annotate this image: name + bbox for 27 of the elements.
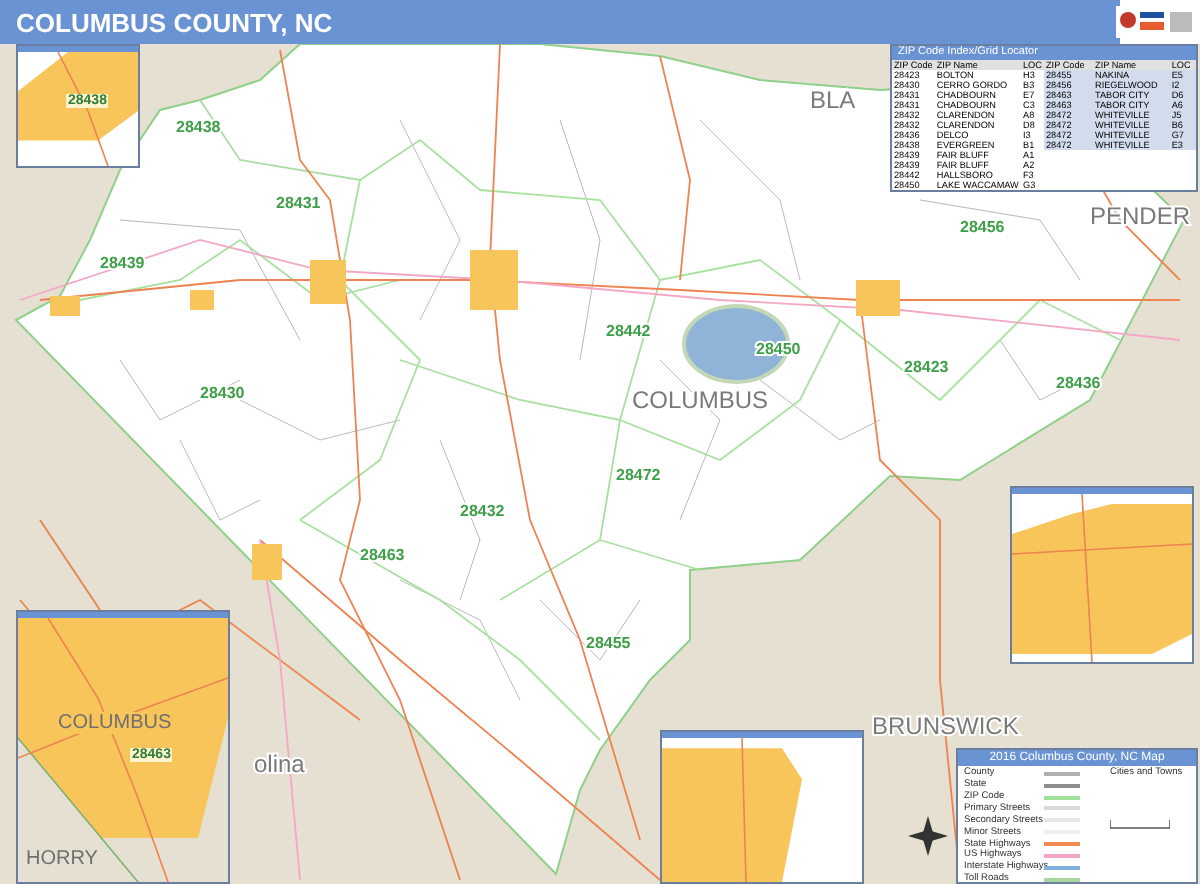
zip-label: 28430	[200, 384, 245, 402]
zip-label: 28456	[960, 218, 1005, 236]
town-area	[470, 250, 518, 310]
zip-label: 28432	[460, 502, 505, 520]
zip-label: 28431	[276, 194, 321, 212]
region-label: COLUMBUS	[632, 386, 769, 414]
zip-label: 28472	[616, 466, 661, 484]
region-label: olina	[254, 750, 305, 778]
zip-label: 28455	[586, 634, 631, 652]
town-area	[310, 260, 346, 304]
place-label: COLUMBUS	[58, 712, 172, 734]
region-label: BLA	[810, 86, 856, 114]
zip-label: 28436	[1056, 374, 1101, 392]
town-area	[190, 290, 214, 310]
scale-bar-icon	[1110, 818, 1170, 830]
logo-icon	[1116, 6, 1196, 38]
map-title: COLUMBUS COUNTY, NC	[16, 7, 333, 37]
town-area	[252, 544, 282, 580]
town-area	[50, 296, 80, 316]
zip-label: 28439	[100, 254, 145, 272]
zip-label: 28463	[360, 546, 405, 564]
compass-icon	[908, 816, 948, 856]
place-label: HORRY	[26, 848, 98, 870]
zip-label: 28442	[606, 322, 651, 340]
zip-label: 28423	[904, 358, 949, 376]
town-area	[856, 280, 900, 316]
zip-label: 28438	[176, 118, 221, 136]
